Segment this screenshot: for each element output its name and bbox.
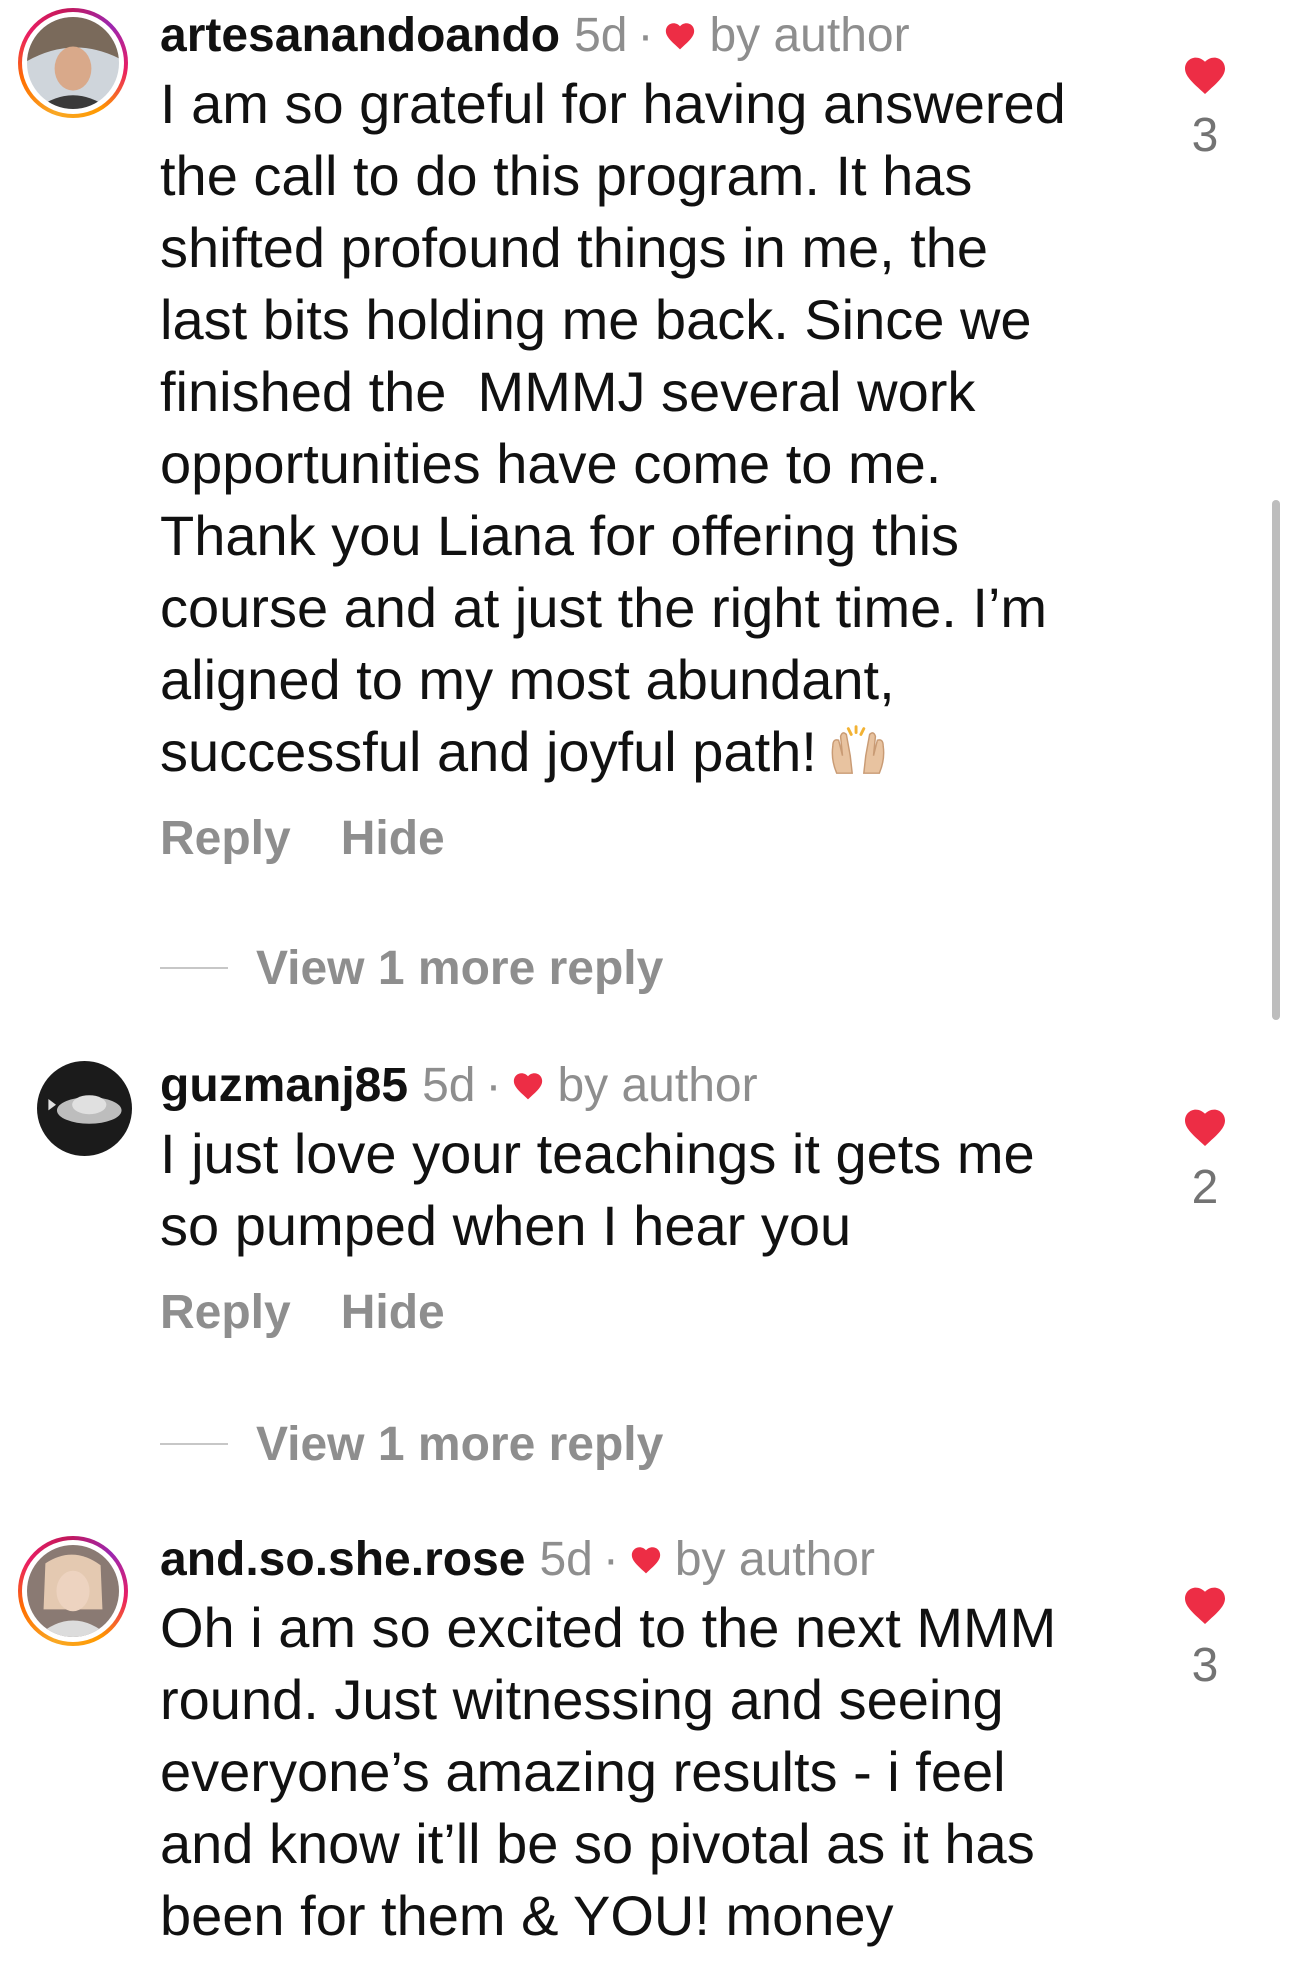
comment-line: successful and joyful path! (160, 720, 817, 783)
comment-meta: and.so.she.rose 5d · by author (160, 1532, 1120, 1588)
comment-line: round. Just witnessing and seeing (160, 1668, 1004, 1731)
comment-text: Oh i am so excited to the next MMM round… (160, 1592, 1120, 1952)
comment-line-last: successful and joyful path! (160, 716, 1120, 788)
reply-button[interactable]: Reply (160, 811, 291, 866)
username[interactable]: guzmanj85 (160, 1058, 408, 1114)
timestamp: 5d (539, 1533, 593, 1586)
reply-button[interactable]: Reply (160, 1285, 291, 1340)
comment-actions: Reply Hide (160, 1276, 1120, 1348)
comment-line: finished the MMMJ several work (160, 360, 976, 423)
liked-by-author-label: by author (557, 1059, 758, 1112)
timestamp: 5d (574, 9, 628, 62)
username[interactable]: artesanandoando (160, 8, 560, 64)
like-count: 3 (1191, 1639, 1219, 1692)
like-count: 3 (1191, 109, 1219, 162)
heart-icon[interactable] (1181, 1104, 1229, 1148)
hide-button[interactable]: Hide (341, 1285, 445, 1340)
separator-dot: · (637, 9, 654, 62)
comment-line: shifted profound things in me, the (160, 216, 989, 279)
like-count: 2 (1191, 1161, 1219, 1214)
divider-line (160, 1443, 228, 1445)
comment-line: Oh i am so excited to the next MMM (160, 1596, 1057, 1659)
comment-line: course and at just the right time. I’m (160, 576, 1048, 639)
comment-actions: Reply Hide (160, 802, 1120, 874)
hide-button[interactable]: Hide (341, 811, 445, 866)
heart-filled-icon (514, 1073, 543, 1100)
comment-line: everyone’s amazing results - i feel (160, 1740, 1006, 1803)
like-button[interactable]: 2 (1160, 1104, 1250, 1216)
comment-line: been for them & YOU! money (160, 1884, 894, 1947)
heart-icon[interactable] (1181, 52, 1229, 96)
heart-icon[interactable] (1181, 1582, 1229, 1626)
timestamp: 5d (422, 1059, 476, 1112)
comment-line: the call to do this program. It has (160, 144, 973, 207)
scrollbar[interactable] (1272, 500, 1280, 1020)
avatar[interactable] (37, 1061, 132, 1156)
divider-line (160, 967, 228, 969)
username[interactable]: and.so.she.rose (160, 1532, 525, 1588)
heart-filled-icon (666, 23, 695, 50)
comment-line: I just love your teachings it gets me (160, 1122, 1035, 1185)
view-more-replies-button[interactable]: View 1 more reply (160, 932, 663, 1004)
avatar[interactable] (18, 1536, 128, 1646)
separator-dot: · (602, 1533, 619, 1586)
avatar-image (27, 17, 119, 109)
comment-meta: guzmanj85 5d · by author (160, 1058, 1120, 1114)
comment-line: so pumped when I hear you (160, 1194, 852, 1257)
raising-hands-emoji (831, 725, 885, 774)
comment-line: and know it’ll be so pivotal as it has (160, 1812, 1035, 1875)
comment-line: last bits holding me back. Since we (160, 288, 1032, 351)
comment-text: I just love your teachings it gets me so… (160, 1118, 1120, 1262)
comment-text: I am so grateful for having answered the… (160, 68, 1120, 788)
comment-line: opportunities have come to me. (160, 432, 942, 495)
comment-meta: artesanandoando 5d · by author (160, 8, 1120, 64)
view-more-replies-button[interactable]: View 1 more reply (160, 1408, 663, 1480)
view-more-label: View 1 more reply (256, 941, 664, 995)
avatar-image (37, 1061, 132, 1156)
comment-line: I am so grateful for having answered (160, 72, 1066, 135)
liked-by-author-label: by author (709, 9, 910, 62)
like-button[interactable]: 3 (1160, 52, 1250, 164)
avatar[interactable] (18, 8, 128, 118)
view-more-label: View 1 more reply (256, 1417, 664, 1471)
comment-line: Thank you Liana for offering this (160, 504, 960, 567)
heart-filled-icon (631, 1547, 661, 1574)
comment-line: aligned to my most abundant, (160, 648, 895, 711)
like-button[interactable]: 3 (1160, 1582, 1250, 1694)
avatar-image (27, 1545, 119, 1637)
separator-dot: · (485, 1059, 502, 1112)
liked-by-author-label: by author (674, 1533, 875, 1586)
